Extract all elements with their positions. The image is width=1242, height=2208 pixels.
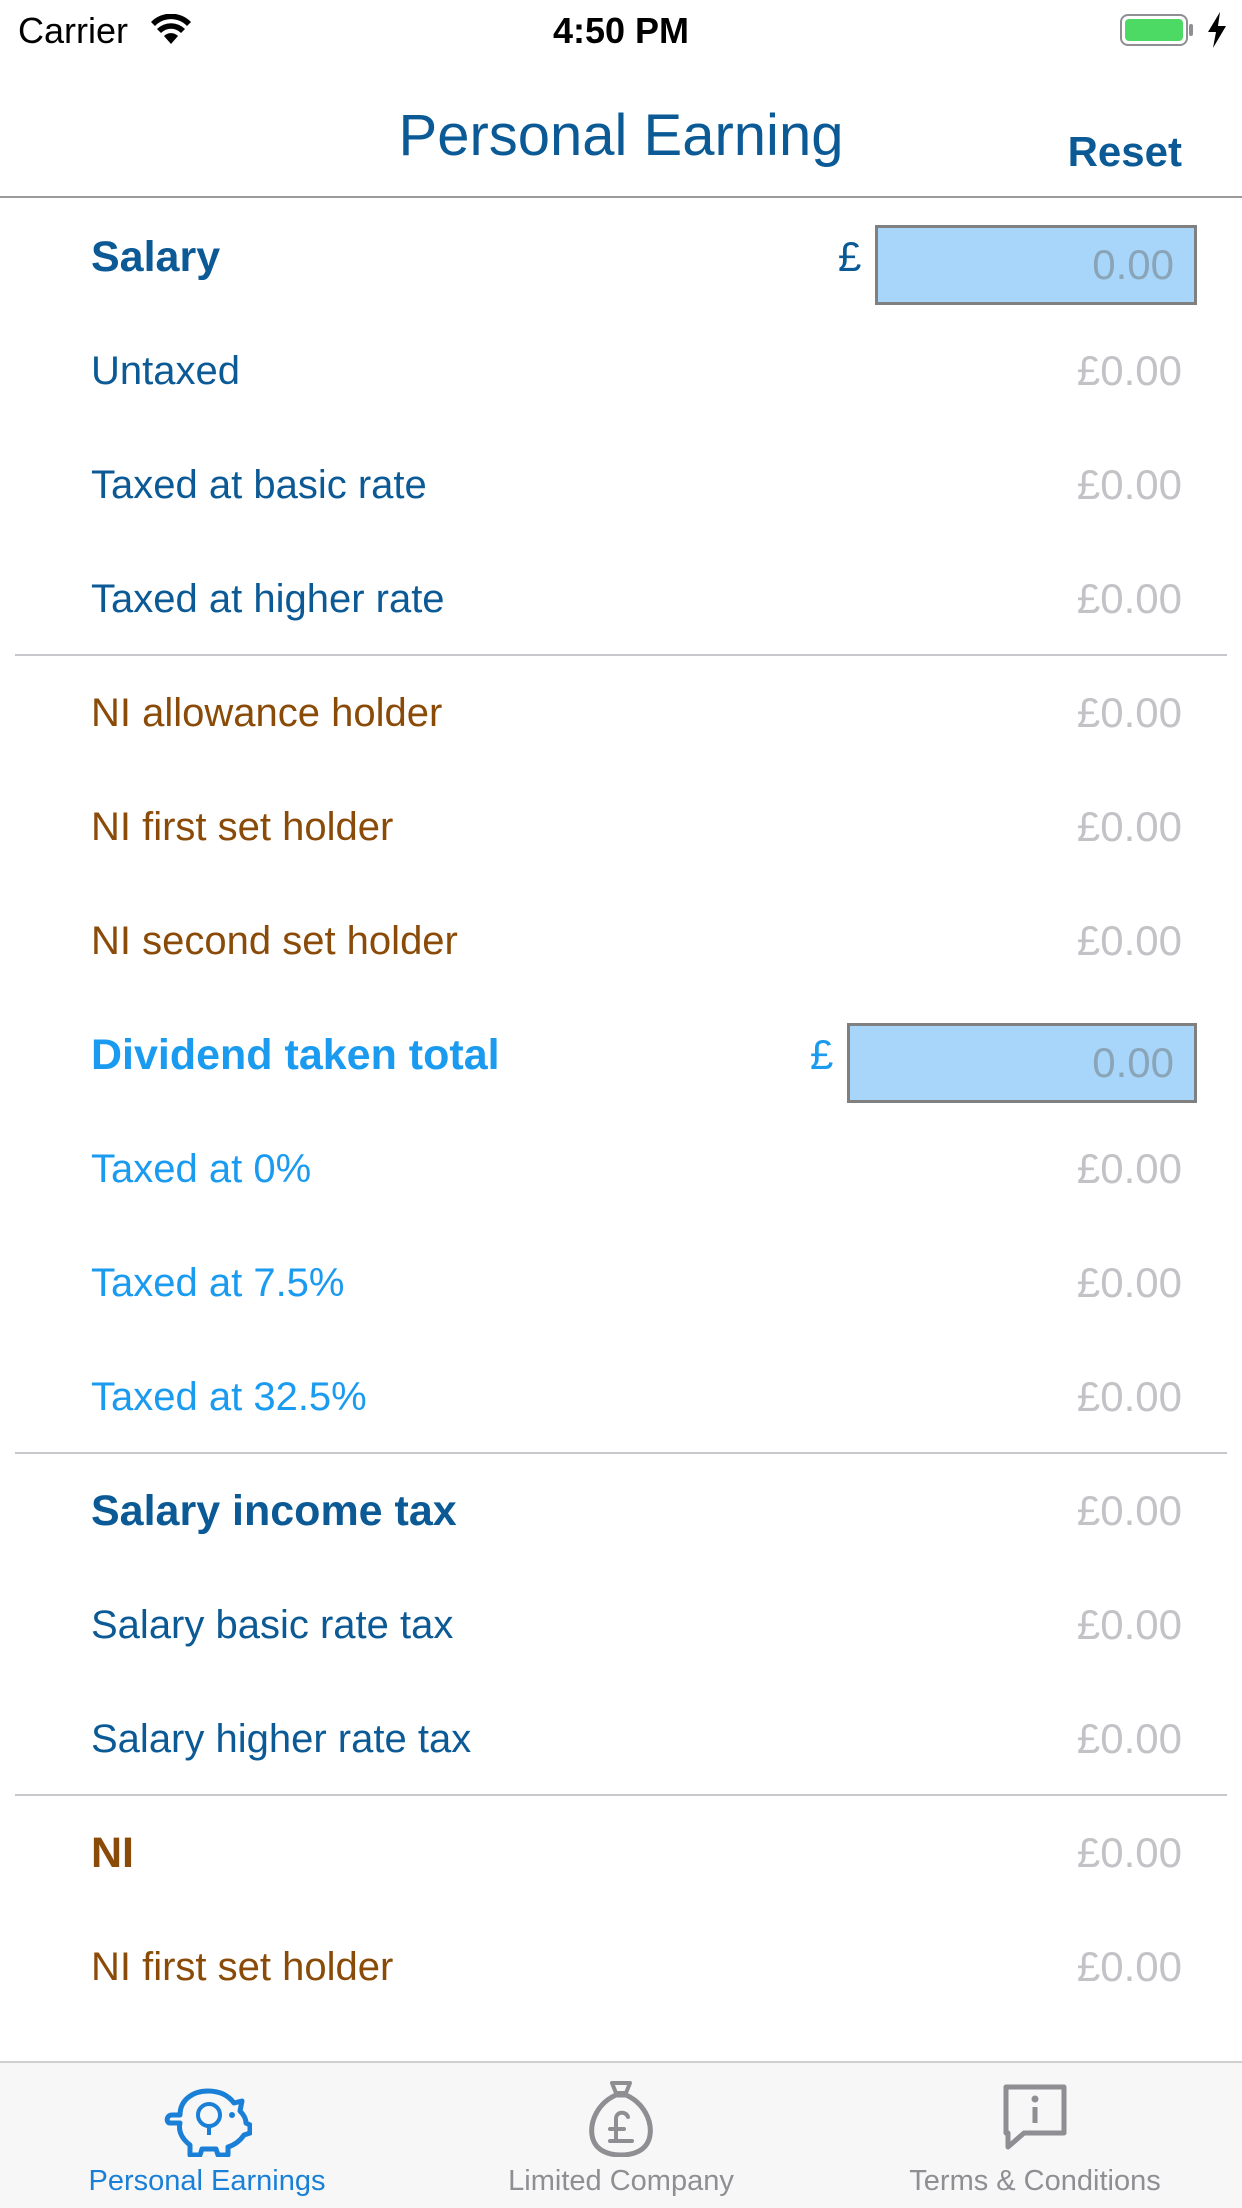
row-value: £0.00: [1076, 689, 1182, 736]
piggy-bank-icon: [164, 2088, 252, 2157]
row-value: £0.00: [1076, 1601, 1182, 1648]
row-label: Salary basic rate tax: [91, 1603, 454, 1647]
tab-bar: Personal Earnings Limited Company Terms …: [0, 2061, 1242, 2208]
list-item: Untaxed £0.00: [0, 314, 1242, 428]
clock: 4:50 PM: [552, 10, 690, 51]
row-value: £0.00: [1076, 803, 1182, 850]
dividend-row: Dividend taken total £: [0, 998, 1242, 1112]
row-label: Taxed at higher rate: [91, 577, 445, 621]
row-label: NI allowance holder: [91, 691, 443, 735]
row-label: Taxed at basic rate: [91, 463, 427, 507]
row-label: Salary higher rate tax: [91, 1717, 472, 1761]
row-value: £0.00: [1076, 1259, 1182, 1306]
page-title: Personal Earning: [398, 103, 844, 168]
charging-bolt-icon: [1208, 12, 1226, 48]
list-item: NI first set holder £0.00: [0, 1910, 1242, 2024]
navigation-bar: Personal Earning Reset: [0, 60, 1242, 198]
row-value: £0.00: [1076, 917, 1182, 964]
tab-personal-earnings[interactable]: Personal Earnings: [0, 2063, 414, 2208]
list-item: NI second set holder £0.00: [0, 884, 1242, 998]
salary-label: Salary: [91, 233, 221, 281]
list-item: Taxed at 0% £0.00: [0, 1112, 1242, 1226]
dividend-input[interactable]: [847, 1023, 1197, 1103]
row-value: £0.00: [1076, 1829, 1182, 1876]
row-value: £0.00: [1076, 1715, 1182, 1762]
list-item: NI allowance holder £0.00: [0, 656, 1242, 770]
tab-limited-company[interactable]: Limited Company: [414, 2063, 828, 2208]
list-item: Taxed at basic rate £0.00: [0, 428, 1242, 542]
status-bar: Carrier 4:50 PM: [0, 0, 1242, 60]
reset-button[interactable]: Reset: [1068, 128, 1182, 176]
salary-income-tax-row: Salary income tax £0.00: [0, 1454, 1242, 1568]
row-value: £0.00: [1076, 1487, 1182, 1534]
row-value: £0.00: [1076, 575, 1182, 622]
row-label: Taxed at 0%: [91, 1147, 312, 1191]
ni-row: NI £0.00: [0, 1796, 1242, 1910]
list-item: Salary basic rate tax £0.00: [0, 1568, 1242, 1682]
row-label: NI second set holder: [91, 919, 458, 963]
salary-currency-symbol: £: [838, 233, 862, 280]
row-label: NI first set holder: [91, 805, 394, 849]
earnings-list[interactable]: Salary £ Untaxed £0.00 Taxed at basic ra…: [0, 200, 1242, 2024]
battery-icon: [1120, 14, 1193, 46]
salary-row: Salary £: [0, 200, 1242, 314]
row-label: Untaxed: [91, 349, 240, 393]
row-label: Taxed at 7.5%: [91, 1261, 345, 1305]
row-label: Salary income tax: [91, 1487, 457, 1535]
tab-terms-conditions[interactable]: Terms & Conditions: [828, 2063, 1242, 2208]
list-item: Salary higher rate tax £0.00: [0, 1682, 1242, 1796]
dividend-label: Dividend taken total: [91, 1031, 500, 1079]
row-value: £0.00: [1076, 1943, 1182, 1990]
row-value: £0.00: [1076, 1373, 1182, 1420]
list-item: Taxed at 7.5% £0.00: [0, 1226, 1242, 1340]
tab-label: Personal Earnings: [88, 2165, 326, 2197]
dividend-currency-symbol: £: [810, 1031, 834, 1078]
screen: Carrier 4:50 PM Personal Earning Reset S…: [0, 0, 1242, 2208]
row-label: NI: [91, 1829, 134, 1877]
tab-label: Terms & Conditions: [909, 2165, 1161, 2197]
list-item: Taxed at higher rate £0.00: [0, 542, 1242, 656]
list-item: NI first set holder £0.00: [0, 770, 1242, 884]
row-label: NI first set holder: [91, 1945, 394, 1989]
row-label: Taxed at 32.5%: [91, 1375, 367, 1419]
money-bag-icon: [589, 2081, 653, 2157]
row-value: £0.00: [1076, 347, 1182, 394]
tab-label: Limited Company: [508, 2165, 734, 2197]
row-value: £0.00: [1076, 1145, 1182, 1192]
info-bubble-icon: [1003, 2084, 1067, 2150]
salary-input[interactable]: [875, 225, 1197, 305]
list-item: Taxed at 32.5% £0.00: [0, 1340, 1242, 1454]
row-value: £0.00: [1076, 461, 1182, 508]
